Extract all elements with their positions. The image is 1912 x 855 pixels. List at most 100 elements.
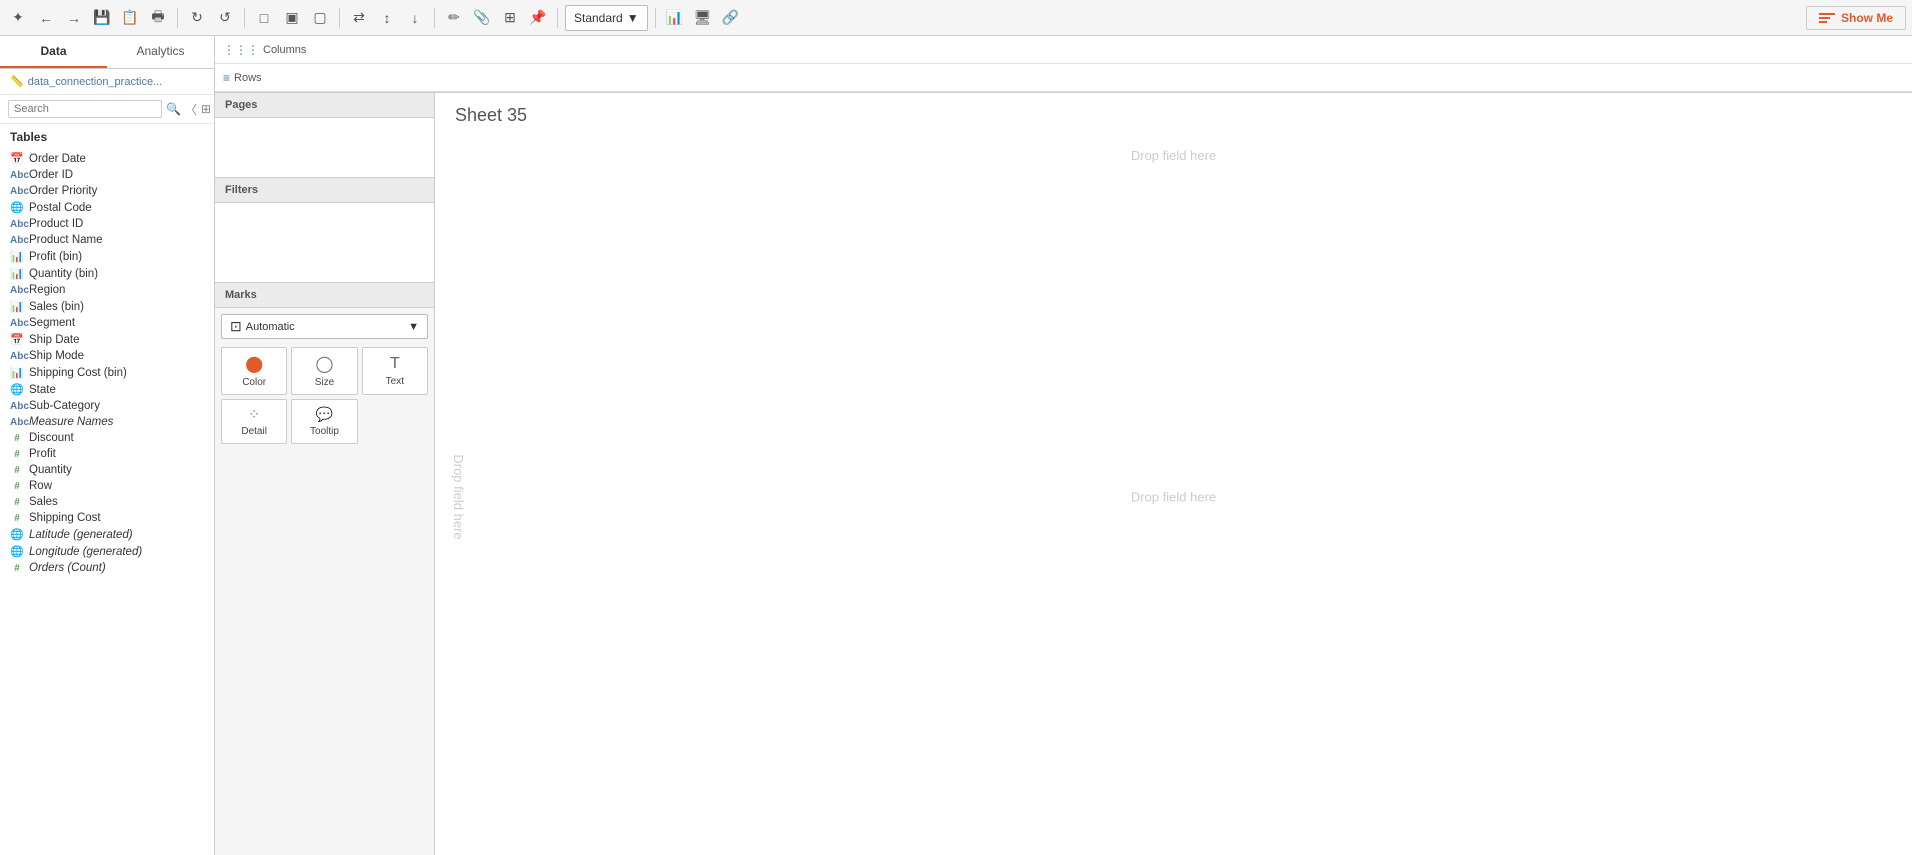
field-type-icon: # (10, 497, 24, 508)
forward-icon[interactable]: → (62, 6, 86, 30)
chart-icon[interactable]: 📊 (663, 6, 687, 30)
save-as-icon[interactable]: 📋 (118, 6, 142, 30)
pages-title: Pages (215, 93, 434, 118)
view-label: Standard (574, 11, 623, 25)
field-name-label: Order Priority (29, 185, 97, 197)
field-name-label: Order Date (29, 153, 86, 165)
field-item[interactable]: 🌐Longitude (generated) (0, 543, 214, 560)
field-item[interactable]: AbcShip Mode (0, 348, 214, 364)
field-item[interactable]: 📊 Quantity (bin) (0, 265, 214, 282)
size-button[interactable]: ◯ Size (291, 347, 357, 395)
field-item[interactable]: #Discount (0, 430, 214, 446)
field-item[interactable]: AbcOrder ID (0, 167, 214, 183)
view-dropdown[interactable]: Standard ▼ (565, 5, 648, 31)
pen-icon[interactable]: ✏ (442, 6, 466, 30)
field-name-label: Product ID (29, 218, 83, 230)
field-item[interactable]: 🌐Postal Code (0, 199, 214, 216)
columns-shelf: ⋮⋮⋮ Columns (215, 36, 1912, 64)
sort-asc-icon[interactable]: ↕ (375, 6, 399, 30)
filter-icon[interactable]: 〈 (185, 101, 197, 118)
toolbar: ✦ ← → 💾 📋 🖶 ↻ ↺ □ ▣ ▢ ⇄ ↕ ↓ ✏ 📎 ⊞ 📌 Stan… (0, 0, 1912, 36)
field-type-icon: 📊 (10, 267, 24, 280)
field-type-icon: 🌐 (10, 383, 24, 396)
rows-drop-area[interactable] (299, 66, 1904, 90)
undo-icon[interactable]: ↻ (185, 6, 209, 30)
field-item[interactable]: AbcSub-Category (0, 398, 214, 414)
field-type-icon: 📊 (10, 250, 24, 263)
field-item[interactable]: AbcMeasure Names (0, 414, 214, 430)
pages-area[interactable] (215, 118, 434, 178)
field-item[interactable]: 📅Order Date (0, 150, 214, 167)
color-button[interactable]: ⬤ Color (221, 347, 287, 395)
pin-icon[interactable]: 📌 (526, 6, 550, 30)
sheet-title: Sheet 35 (435, 93, 1912, 138)
search-icon[interactable]: 🔍 (166, 102, 181, 116)
field-name-label: Profit (29, 448, 56, 460)
field-item[interactable]: #Row (0, 478, 214, 494)
save-icon[interactable]: 💾 (90, 6, 114, 30)
marks-type-dropdown[interactable]: ⊡ Automatic ▼ (221, 314, 428, 339)
field-name-label: Shipping Cost (bin) (29, 367, 127, 379)
canvas-area[interactable]: Sheet 35 Drop field here Drop field here… (435, 93, 1912, 855)
tab-analytics[interactable]: Analytics (107, 36, 214, 68)
field-item[interactable]: AbcRegion (0, 282, 214, 298)
columns-icon: ⋮⋮⋮ (223, 43, 259, 57)
field-type-icon: # (10, 465, 24, 476)
field-item[interactable]: # Quantity (0, 462, 214, 478)
share-icon[interactable]: 🔗 (719, 6, 743, 30)
layout-icon[interactable]: ⊞ (498, 6, 522, 30)
field-name-label: Quantity (29, 464, 72, 476)
field-type-icon: 📊 (10, 366, 24, 379)
marks-type-label: Automatic (246, 321, 295, 333)
field-item[interactable]: 🌐 State (0, 381, 214, 398)
field-item[interactable]: AbcProduct ID (0, 216, 214, 232)
size-label: Size (315, 377, 334, 388)
home-icon[interactable]: ✦ (6, 6, 30, 30)
field-name-label: Segment (29, 317, 75, 329)
canvas-body[interactable]: Drop field here Drop field here Drop fie… (435, 138, 1912, 855)
field-item[interactable]: AbcProduct Name (0, 232, 214, 248)
field-item[interactable]: #Sales (0, 494, 214, 510)
print-icon[interactable]: 🖶 (146, 6, 170, 30)
color-icon: ⬤ (245, 354, 263, 374)
search-input[interactable] (8, 100, 162, 118)
field-name-label: State (29, 384, 56, 396)
field-item[interactable]: 📅Ship Date (0, 331, 214, 348)
field-item[interactable]: #Orders (Count) (0, 560, 214, 576)
marks-buttons: ⬤ Color ◯ Size T Text ⁘ (221, 347, 428, 444)
field-item[interactable]: 📊Profit (bin) (0, 248, 214, 265)
columns-drop-area[interactable] (312, 38, 1904, 62)
screen-icon[interactable]: 🖥 (691, 6, 715, 30)
annotation-icon[interactable]: 📎 (470, 6, 494, 30)
field-item[interactable]: 🌐Latitude (generated) (0, 526, 214, 543)
sep6 (655, 8, 656, 28)
field-item[interactable]: #Shipping Cost (0, 510, 214, 526)
field-item[interactable]: #Profit (0, 446, 214, 462)
sep2 (244, 8, 245, 28)
field-name-label: Row (29, 480, 52, 492)
field-item[interactable]: 📊Sales (bin) (0, 298, 214, 315)
filters-area[interactable] (215, 203, 434, 283)
swap-icon[interactable]: ⇄ (347, 6, 371, 30)
grid-icon[interactable]: ⊞ (201, 102, 211, 116)
text-button[interactable]: T Text (362, 347, 428, 395)
field-item[interactable]: AbcSegment (0, 315, 214, 331)
automatic-icon: ⊡ (230, 318, 242, 335)
rows-shelf: ≡ Rows (215, 64, 1912, 92)
field-name-label: Quantity (bin) (29, 268, 98, 280)
tab-data[interactable]: Data (0, 36, 107, 68)
duplicate-icon[interactable]: ▣ (280, 6, 304, 30)
detail-button[interactable]: ⁘ Detail (221, 399, 287, 444)
sort-desc-icon[interactable]: ↓ (403, 6, 427, 30)
data-source-name[interactable]: data_connection_practice... (28, 76, 163, 88)
redo-icon[interactable]: ↺ (213, 6, 237, 30)
field-name-label: Discount (29, 432, 74, 444)
back-icon[interactable]: ← (34, 6, 58, 30)
field-item[interactable]: 📊 Shipping Cost (bin) (0, 364, 214, 381)
field-name-label: Measure Names (29, 416, 113, 428)
field-item[interactable]: AbcOrder Priority (0, 183, 214, 199)
new-sheet-icon[interactable]: □ (252, 6, 276, 30)
show-me-button[interactable]: Show Me (1806, 6, 1906, 30)
tooltip-button[interactable]: 💬 Tooltip (291, 399, 357, 444)
present-icon[interactable]: ▢ (308, 6, 332, 30)
